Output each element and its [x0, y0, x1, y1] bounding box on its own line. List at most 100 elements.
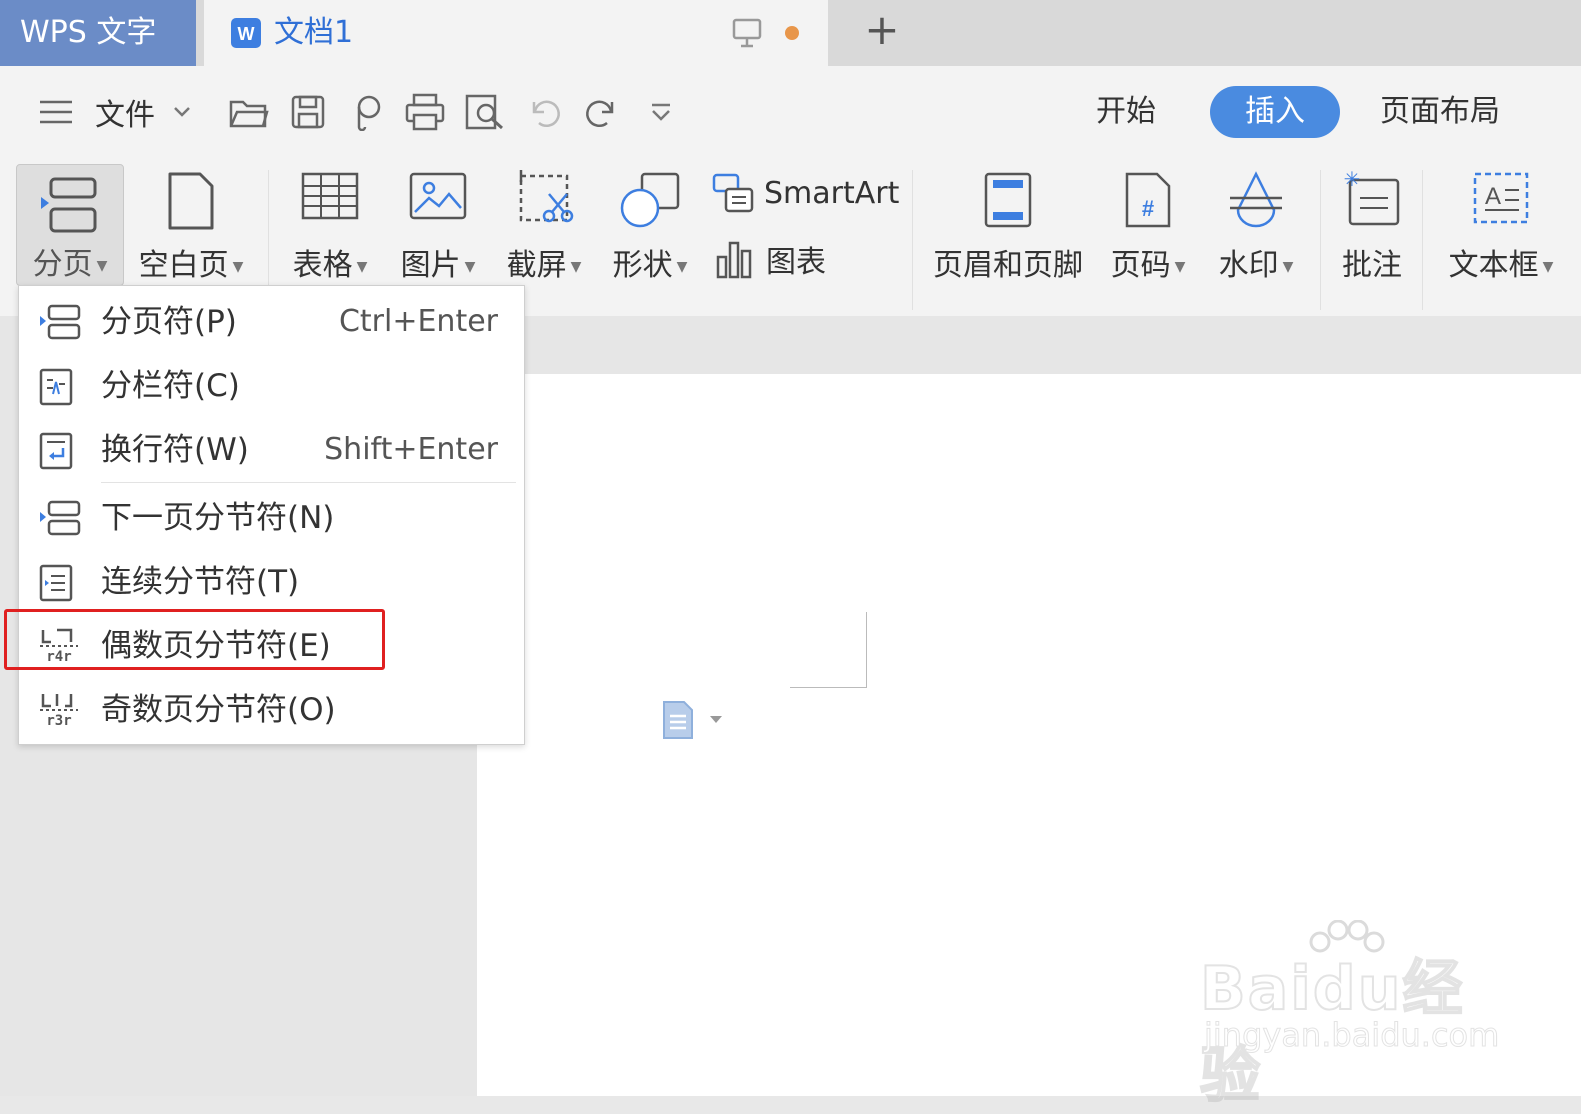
dropdown-caret-icon: ▼	[1282, 258, 1294, 275]
dropdown-caret-icon: ▼	[464, 258, 476, 275]
header-footer-button[interactable]: 页眉和页脚	[928, 160, 1088, 290]
chart-label: 图表	[766, 245, 826, 280]
header-footer-label: 页眉和页脚	[933, 248, 1083, 283]
dropdown-caret-icon: ▼	[1174, 258, 1186, 275]
chart-button[interactable]: 图表	[716, 234, 826, 284]
paste-options-icon[interactable]	[662, 700, 728, 740]
save-icon[interactable]	[288, 90, 328, 134]
table-icon	[301, 170, 359, 222]
watermark-url: jingyan.baidu.com	[1203, 1016, 1500, 1055]
tab-page-layout[interactable]: 页面布局	[1372, 86, 1508, 138]
shapes-button[interactable]: 形状 ▼	[604, 160, 696, 290]
export-pdf-icon[interactable]	[346, 90, 386, 134]
page-margin-corner	[790, 612, 867, 688]
smartart-icon	[712, 171, 754, 215]
unsaved-dot-icon	[785, 26, 799, 40]
screenshot-label: 截屏	[506, 248, 567, 283]
odd-page-section-break-icon: r3r	[39, 692, 79, 728]
shortcut-text: Shift+Enter	[324, 432, 498, 467]
svg-text:A: A	[1485, 183, 1501, 210]
page-number-label: 页码	[1110, 248, 1171, 283]
screenshot-button[interactable]: 截屏 ▼	[498, 160, 590, 290]
picture-icon	[409, 170, 467, 222]
tab-home[interactable]: 开始	[1086, 86, 1166, 138]
document-tab-title: 文档1	[274, 15, 354, 50]
new-tab-button[interactable]: +	[862, 9, 902, 54]
page-break-button[interactable]: 分页 ▼	[16, 164, 124, 286]
textbox-button[interactable]: A 文本框 ▼	[1436, 160, 1566, 290]
menu-item-next-page-section-break[interactable]: 下一页分节符(N)	[19, 486, 524, 550]
quick-access-bar: 文件 开始 插入 页面布局	[0, 66, 1581, 160]
smartart-button[interactable]: SmartArt	[712, 168, 899, 218]
document-tab[interactable]: W 文档1	[204, 0, 828, 66]
file-menu-button[interactable]: 文件	[90, 90, 160, 134]
monitor-icon[interactable]	[732, 17, 762, 49]
wps-writer-icon: W	[230, 17, 262, 49]
annotation-highlight-box	[4, 609, 385, 670]
dropdown-caret-icon: ▼	[232, 258, 244, 275]
textbox-label: 文本框	[1448, 248, 1539, 283]
header-footer-icon	[983, 170, 1033, 230]
dropdown-caret-icon: ▼	[96, 257, 108, 274]
continuous-section-break-icon	[39, 564, 75, 602]
bar-chart-icon	[716, 239, 752, 279]
ribbon-separator	[912, 170, 913, 310]
svg-text:✳: ✳	[1344, 170, 1361, 191]
menu-item-column-break[interactable]: 分栏符(C)	[19, 354, 524, 418]
comment-button[interactable]: ✳ 批注	[1332, 160, 1412, 290]
scissors-icon	[513, 170, 575, 226]
blank-page-button[interactable]: 空白页 ▼	[132, 160, 250, 290]
page-break-dropdown-menu: 分页符(P) Ctrl+Enter 分栏符(C) 换行符(W) Shift+En…	[18, 285, 525, 745]
print-preview-icon[interactable]	[462, 90, 508, 134]
next-page-section-break-icon	[39, 500, 81, 536]
page-break-icon	[39, 304, 81, 340]
menu-item-label: 下一页分节符(N)	[101, 500, 335, 536]
baidu-jingyan-watermark: Baidu经验 jingyan.baidu.com	[1199, 920, 1500, 1112]
dropdown-caret-icon: ▼	[676, 258, 688, 275]
textbox-icon: A	[1471, 170, 1531, 226]
shapes-label: 形状	[612, 248, 673, 283]
comment-icon: ✳	[1342, 170, 1402, 230]
chevron-down-icon[interactable]	[170, 90, 194, 134]
undo-icon[interactable]	[524, 90, 564, 134]
column-break-icon	[39, 368, 75, 406]
watermark-button[interactable]: 水印 ▼	[1208, 160, 1304, 290]
smartart-label: SmartArt	[764, 175, 900, 211]
menu-item-label: 换行符(W)	[101, 432, 249, 468]
page-number-button[interactable]: # 页码 ▼	[1100, 160, 1196, 290]
menu-item-page-break[interactable]: 分页符(P) Ctrl+Enter	[19, 290, 524, 354]
shortcut-text: Ctrl+Enter	[338, 304, 498, 339]
menu-item-continuous-section-break[interactable]: 连续分节符(T)	[19, 550, 524, 614]
menu-item-odd-page-section-break[interactable]: r3r 奇数页分节符(O)	[19, 678, 524, 742]
hamburger-menu-icon[interactable]	[36, 90, 76, 134]
page-break-icon	[39, 175, 101, 235]
redo-icon[interactable]	[582, 90, 622, 134]
shapes-icon	[618, 170, 682, 230]
dropdown-caret-icon: ▼	[356, 258, 368, 275]
blank-page-icon	[166, 170, 216, 232]
ribbon-separator	[1320, 170, 1321, 310]
menu-item-label: 分栏符(C)	[101, 368, 240, 404]
table-label: 表格	[292, 248, 353, 283]
menu-item-line-break[interactable]: 换行符(W) Shift+Enter	[19, 418, 524, 482]
dropdown-caret-icon: ▼	[1542, 258, 1554, 275]
page-break-label: 分页	[32, 247, 93, 282]
open-folder-icon[interactable]	[226, 90, 272, 134]
tab-insert[interactable]: 插入	[1210, 86, 1340, 138]
menu-item-label: 奇数页分节符(O)	[101, 692, 336, 728]
menu-item-label: 分页符(P)	[101, 304, 237, 340]
picture-label: 图片	[400, 248, 461, 283]
print-icon[interactable]	[402, 90, 448, 134]
app-name-tab[interactable]: WPS 文字	[0, 0, 196, 66]
menu-item-label: 连续分节符(T)	[101, 564, 300, 600]
table-button[interactable]: 表格 ▼	[284, 160, 376, 290]
comment-label: 批注	[1342, 248, 1402, 283]
customize-toolbar-icon[interactable]	[646, 90, 676, 134]
watermark-icon	[1226, 170, 1286, 230]
page-number-icon: #	[1123, 170, 1173, 230]
ribbon-separator	[1422, 170, 1423, 310]
menu-divider	[101, 482, 516, 483]
picture-button[interactable]: 图片 ▼	[392, 160, 484, 290]
svg-text:W: W	[238, 24, 255, 44]
svg-text:#: #	[1142, 196, 1154, 221]
